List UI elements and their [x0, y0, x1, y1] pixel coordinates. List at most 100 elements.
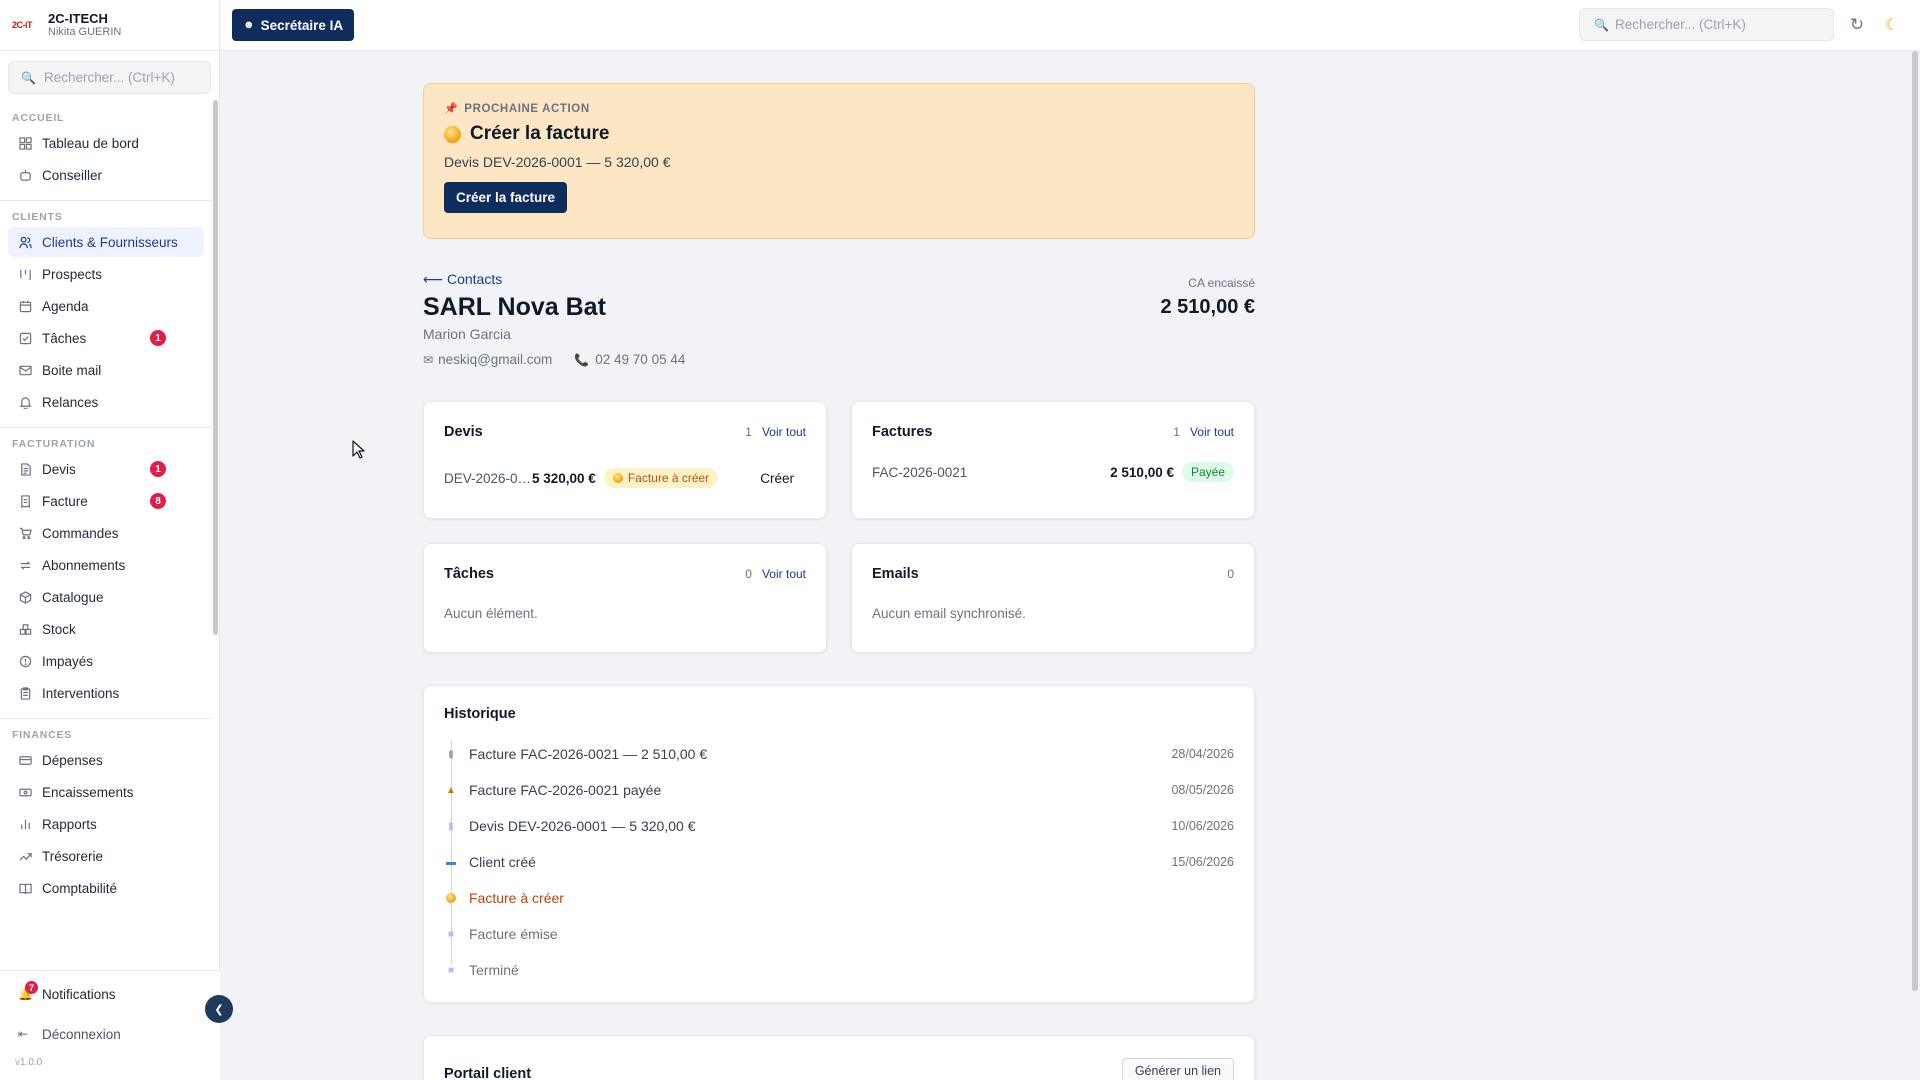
history-timeline: ▮ Facture FAC-2026-0021 — 2 510,00 € 28/… [444, 736, 1234, 988]
sidebar-item-label: Catalogue [42, 589, 104, 605]
client-phone[interactable]: 📞 02 49 70 05 44 [574, 352, 685, 367]
contact-header: ⟵ Contacts SARL Nova Bat Marion Garcia ✉… [423, 271, 1255, 381]
generate-link-button[interactable]: Générer un lien [1121, 1058, 1234, 1080]
notifications-button[interactable]: 🔔 7 Notifications [0, 979, 220, 1009]
mail-icon: ✉ [423, 352, 434, 367]
history-date: 10/06/2026 [1171, 819, 1234, 833]
document-icon: ▮ [448, 820, 454, 832]
sidebar-item-label: Comptabilité [42, 880, 118, 896]
list-item[interactable]: DEV-2026-0001 5 320,00 € Facture à créer… [444, 468, 806, 488]
logout-icon: ⇤ [18, 1027, 29, 1041]
pin-icon: 📌 [444, 103, 459, 115]
sidebar-item-depenses[interactable]: Dépenses [8, 745, 204, 775]
sidebar-search-input[interactable]: 🔍 Rechercher... (Ctrl+K) [8, 61, 211, 94]
sidebar-item-clients-fournisseurs[interactable]: Clients & Fournisseurs [8, 227, 204, 257]
history-item: ▮ Devis DEV-2026-0001 — 5 320,00 € 10/06… [444, 808, 1234, 844]
phone-icon: 📞 [574, 352, 590, 367]
sidebar-item-devis[interactable]: Devis 1 [8, 454, 204, 484]
brand-logo: 2C-iT [12, 20, 33, 30]
history-text: Facture émise [469, 926, 558, 942]
coin-icon [444, 891, 458, 905]
kanban-icon [18, 267, 32, 281]
emails-card: Emails 0 Aucun email synchronisé. [851, 543, 1255, 653]
card-title: Emails [872, 566, 919, 582]
secretary-ai-label: Secrétaire IA [260, 17, 344, 33]
section-label-accueil: ACCUEIL [12, 112, 65, 124]
card-count: 1 [1173, 425, 1180, 439]
user-name: Nikita GUERIN [48, 26, 122, 38]
sidebar-item-relances[interactable]: Relances [8, 387, 204, 417]
sidebar-item-commandes[interactable]: Commandes [8, 518, 204, 548]
sidebar-item-label: Agenda [42, 298, 89, 314]
taches-see-all-link[interactable]: Voir tout [762, 567, 806, 581]
sidebar-scrollbar[interactable] [213, 100, 218, 635]
banknote-icon [18, 785, 32, 799]
sidebar-item-impayes[interactable]: Impayés [8, 646, 204, 676]
invoice-icon: ■ [447, 928, 455, 940]
facture-count-badge: 8 [150, 493, 166, 509]
app-version: v1.0.0 [15, 1057, 43, 1068]
sidebar-divider [0, 718, 212, 719]
next-action-label: 📌 PROCHAINE ACTION [444, 102, 1234, 116]
sidebar-item-prospects[interactable]: Prospects [8, 259, 204, 289]
sidebar-item-catalogue[interactable]: Catalogue [8, 582, 204, 612]
sidebar-item-agenda[interactable]: Agenda [8, 291, 204, 321]
sidebar-item-abonnements[interactable]: Abonnements [8, 550, 204, 580]
history-item: ▲ Facture FAC-2026-0021 payée 08/05/2026 [444, 772, 1234, 808]
sidebar-item-boite-mail[interactable]: Boite mail [8, 355, 204, 385]
sidebar-item-tableau-de-bord[interactable]: Tableau de bord [8, 128, 204, 158]
card-title: Devis [444, 424, 483, 440]
sidebar-item-facture[interactable]: Facture 8 [8, 486, 204, 516]
notifications-count-badge: 7 [25, 981, 38, 994]
logout-button[interactable]: ⇤ Déconnexion [0, 1019, 220, 1049]
brand-header[interactable]: 2C-iT 2C-ITECH Nikita GUERIN [0, 0, 219, 51]
sidebar-item-label: Facture [42, 493, 88, 509]
money-bag-icon: ▲ [446, 784, 456, 796]
sidebar-item-interventions[interactable]: Interventions [8, 678, 204, 708]
book-icon [18, 881, 32, 895]
sidebar-item-encaissements[interactable]: Encaissements [8, 777, 204, 807]
next-action-card: 📌 PROCHAINE ACTION Créer la facture Devi… [423, 83, 1255, 239]
empty-state: Aucun élément. [444, 606, 538, 621]
id-card-icon: ▬ [446, 856, 456, 868]
factures-see-all-link[interactable]: Voir tout [1190, 425, 1234, 439]
sidebar-item-comptabilite[interactable]: Comptabilité [8, 873, 204, 903]
credit-card-icon [18, 753, 32, 767]
card-count: 0 [1227, 567, 1234, 581]
refresh-icon[interactable]: ↻ [1846, 14, 1868, 36]
page-scrollbar[interactable] [1912, 51, 1918, 991]
secretary-ai-button[interactable]: ☻ Secrétaire IA [232, 9, 355, 41]
create-button[interactable]: Créer [760, 471, 794, 486]
logout-label: Déconnexion [42, 1026, 121, 1042]
sidebar-item-label: Trésorerie [42, 848, 104, 864]
sidebar-item-label: Encaissements [42, 784, 134, 800]
sidebar-item-tresorerie[interactable]: Trésorerie [8, 841, 204, 871]
global-search-input[interactable]: 🔍 Rechercher... (Ctrl+K) [1579, 8, 1834, 41]
history-text: Facture FAC-2026-0021 payée [469, 782, 662, 798]
bar-chart-icon [18, 817, 32, 831]
next-action-title-text: Créer la facture [470, 123, 610, 144]
back-to-contacts-link[interactable]: ⟵ Contacts [423, 271, 1255, 288]
sidebar-item-label: Boite mail [42, 362, 102, 378]
devis-amount: 5 320,00 € [532, 470, 596, 486]
moon-icon[interactable]: ☾ [1881, 14, 1903, 36]
cart-icon [18, 526, 32, 540]
create-invoice-button[interactable]: Créer la facture [444, 182, 568, 213]
sidebar-item-taches[interactable]: Tâches 1 [8, 323, 204, 353]
notifications-label: Notifications [42, 986, 116, 1002]
section-label-clients: CLIENTS [12, 211, 63, 223]
devis-see-all-link[interactable]: Voir tout [762, 425, 806, 439]
sidebar-item-label: Tableau de bord [42, 135, 139, 151]
client-email[interactable]: neskiq@gmail.com [438, 352, 552, 367]
check-icon: ■ [447, 964, 455, 976]
list-item[interactable]: FAC-2026-0021 2 510,00 € Payée [872, 462, 1234, 482]
sidebar-item-stock[interactable]: Stock [8, 614, 204, 644]
devis-count-badge: 1 [150, 461, 166, 477]
sidebar-collapse-button[interactable]: ❮ [205, 995, 233, 1023]
search-icon: 🔍 [1594, 17, 1609, 32]
trending-up-icon [18, 849, 32, 863]
sidebar-item-rapports[interactable]: Rapports [8, 809, 204, 839]
facture-ref: FAC-2026-0021 [872, 464, 968, 480]
bell-icon [18, 395, 32, 409]
sidebar-item-conseiller[interactable]: Conseiller [8, 160, 204, 190]
